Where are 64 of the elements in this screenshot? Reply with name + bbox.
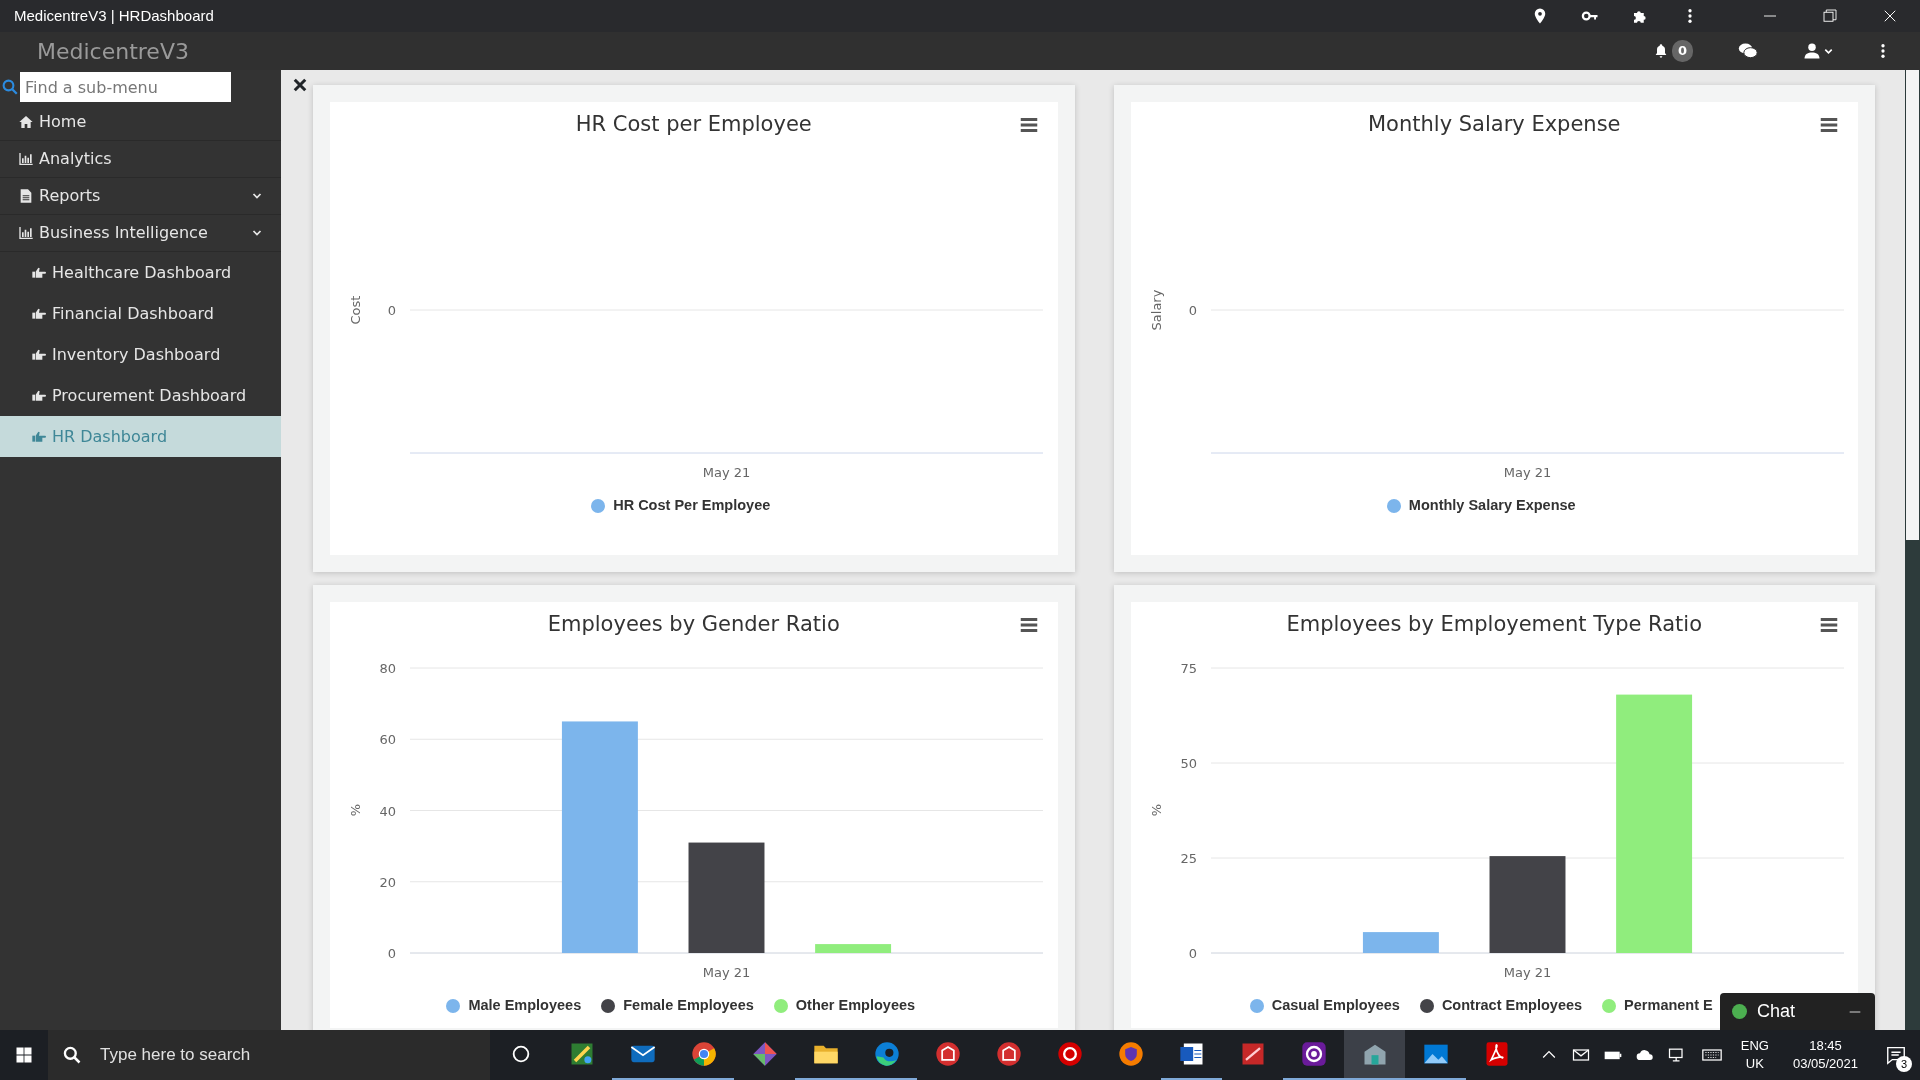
- notification-count: 3: [1896, 1056, 1912, 1072]
- start-icon[interactable]: [14, 1045, 34, 1065]
- sidebar-subitem[interactable]: Procurement Dashboard: [0, 375, 281, 416]
- search-box[interactable]: Type here to search: [48, 1030, 490, 1080]
- legend-label[interactable]: Contract Employees: [1441, 995, 1583, 1017]
- chart-title: Employees by Gender Ratio: [547, 610, 840, 638]
- chart-title: Employees by Employement Type Ratio: [1286, 610, 1703, 638]
- language-label[interactable]: ENG: [1740, 1037, 1769, 1055]
- sidebar-subitem[interactable]: Inventory Dashboard: [0, 334, 281, 375]
- chat-icon[interactable]: [1738, 41, 1758, 61]
- axis-tick-label: 25: [1179, 851, 1197, 866]
- axis-tick-label: 80: [379, 661, 396, 676]
- sidebar-subitem[interactable]: Financial Dashboard: [0, 293, 281, 334]
- axis-tick-label: 40: [379, 803, 396, 819]
- axis-tick-label: 0: [1188, 946, 1197, 961]
- axis-category-label: May 21: [702, 965, 751, 980]
- legend-label[interactable]: Monthly Salary Expense: [1408, 495, 1576, 517]
- home-icon: [18, 114, 34, 130]
- axis-category-label: May 21: [702, 465, 751, 480]
- chat-widget[interactable]: Chat: [1720, 993, 1875, 1030]
- building-icon[interactable]: [1344, 1030, 1405, 1080]
- legend-label[interactable]: Male Employees: [468, 995, 582, 1017]
- sidebar-item[interactable]: Analytics: [0, 141, 281, 178]
- restore-icon[interactable]: [1821, 7, 1839, 25]
- legend-label[interactable]: Female Employees: [623, 995, 754, 1017]
- axis-title: Salary: [1148, 289, 1164, 331]
- axis-title: %: [348, 803, 363, 817]
- close-icon[interactable]: [291, 76, 309, 94]
- chart-title: Monthly Salary Expense: [1368, 110, 1621, 138]
- axis-tick-label: 0: [387, 303, 396, 318]
- legend-label[interactable]: Other Employees: [795, 995, 916, 1017]
- region-label[interactable]: UK: [1740, 1055, 1769, 1073]
- chart-title: HR Cost per Employee: [575, 110, 812, 138]
- search-field[interactable]: Find a sub-menu: [20, 72, 231, 102]
- axis-tick-label: 50: [1179, 756, 1197, 771]
- sidebar-item[interactable]: Reports: [0, 178, 281, 215]
- axis-title: %: [1148, 803, 1164, 817]
- axis-tick-label: 0: [387, 946, 396, 961]
- axis-tick-label: 0: [1188, 303, 1197, 318]
- legend-label[interactable]: Permanent E: [1624, 995, 1713, 1017]
- sidebar-item[interactable]: Home: [0, 104, 281, 141]
- search-icon: [62, 1045, 82, 1065]
- scrollbar[interactable]: [1905, 70, 1920, 1030]
- axis-tick-label: 60: [379, 732, 396, 748]
- legend-label[interactable]: Casual Employees: [1271, 995, 1400, 1017]
- brand-name: MedicentreV3: [37, 37, 189, 66]
- search-icon: [1, 78, 19, 96]
- axis-category-label: May 21: [1503, 465, 1551, 480]
- axis-category-label: May 21: [1503, 965, 1551, 980]
- notification-badge: 0: [1671, 40, 1693, 62]
- clock-time[interactable]: 18:45: [1792, 1037, 1858, 1055]
- sidebar-subitem[interactable]: Healthcare Dashboard: [0, 252, 281, 293]
- sidebar-item[interactable]: Business Intelligence: [0, 215, 281, 252]
- user-icon[interactable]: [1803, 42, 1821, 60]
- chat-label: Chat: [1757, 1000, 1796, 1023]
- axis-title: Cost: [348, 295, 363, 325]
- notification-icon[interactable]: [1885, 1044, 1907, 1066]
- window-title: MedicentreV3 | HRDashboard: [14, 5, 214, 26]
- axis-tick-label: 75: [1179, 661, 1197, 676]
- document-icon: [18, 188, 34, 204]
- axis-tick-label: 20: [379, 874, 396, 890]
- clock-date[interactable]: 03/05/2021: [1792, 1055, 1858, 1073]
- search-field[interactable]: Type here to search: [98, 1041, 458, 1069]
- legend-label[interactable]: HR Cost Per Employee: [613, 495, 771, 517]
